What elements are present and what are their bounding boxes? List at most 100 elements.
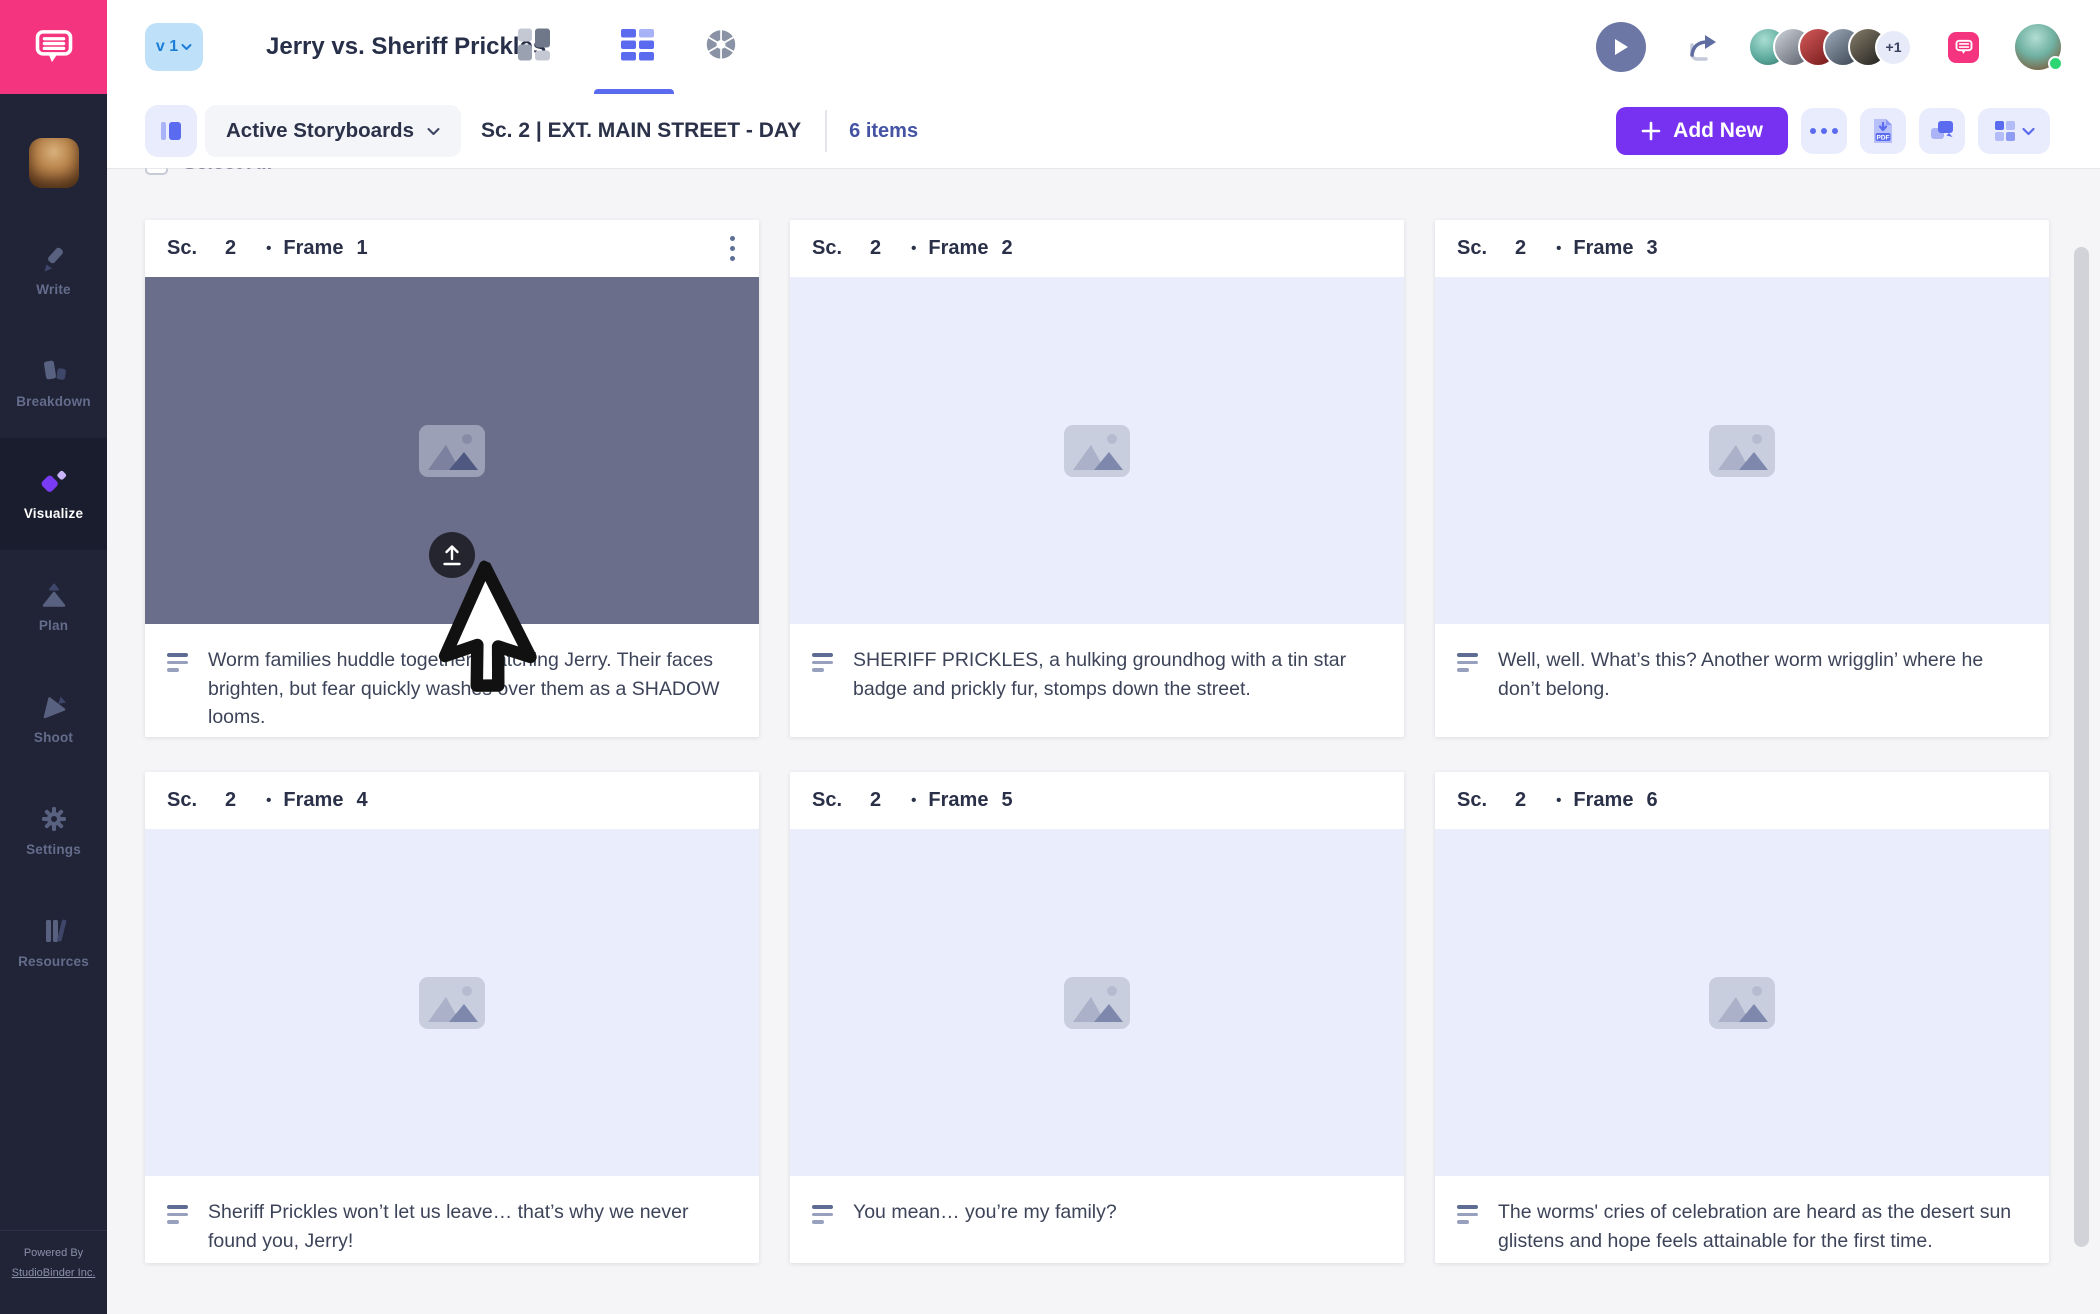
sidebar-item-breakdown[interactable]: Breakdown <box>0 326 107 438</box>
grid-small-icon <box>1994 120 2016 142</box>
scene-prefix: Sc. <box>167 789 197 812</box>
text-lines-icon <box>167 653 188 672</box>
studiobinder-chat-button[interactable] <box>1948 32 1979 63</box>
scene-number: 2 <box>225 789 236 812</box>
sidebar-item-label: Visualize <box>24 506 83 521</box>
export-pdf-button[interactable]: PDF <box>1860 108 1906 154</box>
frame-image-placeholder[interactable] <box>790 829 1404 1176</box>
frame-card-header: Sc. 2 • Frame 5 <box>790 772 1404 829</box>
frame-description-block[interactable]: Well, well. What’s this? Another worm wr… <box>1435 624 2049 737</box>
sidebar-item-visualize[interactable]: Visualize <box>0 438 107 550</box>
frame-image-placeholder[interactable] <box>145 277 759 624</box>
frame-description-block[interactable]: SHERIFF PRICKLES, a hulking groundhog wi… <box>790 624 1404 737</box>
frames-grid: Sc. 2 • Frame 1 <box>145 220 2049 1263</box>
project-thumbnail[interactable] <box>29 138 79 188</box>
play-button[interactable] <box>1596 22 1646 72</box>
sidebar-item-plan[interactable]: Plan <box>0 550 107 662</box>
sidebar-item-label: Resources <box>18 954 89 969</box>
sidebar-item-label: Write <box>36 282 71 297</box>
breakdown-icon <box>39 356 69 386</box>
frame-card-2[interactable]: Sc. 2 • Frame 2 <box>790 220 1404 737</box>
collaborator-avatars[interactable]: +1 <box>1748 27 1912 67</box>
page-title: Jerry vs. Sheriff Prickles <box>266 33 546 61</box>
frame-image-placeholder[interactable] <box>1435 277 2049 624</box>
panel-toggle-button[interactable] <box>145 105 197 157</box>
vertical-scrollbar[interactable] <box>2074 247 2089 1247</box>
chevron-down-icon <box>2022 127 2035 136</box>
chat-bubbles-icon <box>1929 119 1955 143</box>
frame-number: 1 <box>356 237 367 260</box>
user-avatar[interactable] <box>2015 24 2061 70</box>
version-dropdown[interactable]: v 1 <box>145 23 203 71</box>
layout-options-button[interactable] <box>1978 108 2050 154</box>
toolbar-divider <box>825 110 827 152</box>
bullet-separator: • <box>1556 240 1561 257</box>
frame-image-placeholder[interactable] <box>145 829 759 1176</box>
frame-description-block[interactable]: You mean… you’re my family? <box>790 1176 1404 1263</box>
company-link[interactable]: StudioBinder Inc. <box>2 1264 105 1284</box>
image-placeholder-icon <box>1709 425 1775 477</box>
version-label: v 1 <box>156 38 178 56</box>
gear-icon <box>39 804 69 834</box>
frame-description-block[interactable]: Worm families huddle together, watching … <box>145 624 759 737</box>
tab-grid-view-active[interactable] <box>620 28 654 66</box>
more-options-button[interactable] <box>1801 108 1847 154</box>
active-tab-indicator <box>594 89 674 94</box>
sidebar-item-resources[interactable]: Resources <box>0 886 107 998</box>
frame-description: Sheriff Prickles won’t let us leave… tha… <box>208 1198 733 1255</box>
frame-menu-button[interactable] <box>728 232 737 265</box>
scene-prefix: Sc. <box>812 237 842 260</box>
frame-description-block[interactable]: The worms' cries of celebration are hear… <box>1435 1176 2049 1263</box>
frame-card-3[interactable]: Sc. 2 • Frame 3 <box>1435 220 2049 737</box>
text-lines-icon <box>812 1205 833 1224</box>
app-window: Write Breakdown Visualize <box>0 0 2100 1314</box>
sidebar-item-label: Breakdown <box>16 394 91 409</box>
studiobinder-logo[interactable] <box>0 0 107 94</box>
bullet-separator: • <box>266 240 271 257</box>
aperture-icon <box>705 29 737 61</box>
svg-text:PDF: PDF <box>1877 134 1890 141</box>
frame-image-placeholder[interactable] <box>790 277 1404 624</box>
scene-number: 2 <box>1515 789 1526 812</box>
frame-number: 3 <box>1646 237 1657 260</box>
frame-prefix: Frame <box>283 789 343 812</box>
speech-bubble-icon <box>1954 37 1974 57</box>
add-new-button[interactable]: Add New <box>1616 107 1788 155</box>
frame-image-placeholder[interactable] <box>1435 829 2049 1176</box>
header-right-cluster: +1 <box>1596 22 2061 72</box>
more-collaborators-badge[interactable]: +1 <box>1875 29 1912 66</box>
sidebar-layout-icon <box>159 120 183 142</box>
frame-card-1[interactable]: Sc. 2 • Frame 1 <box>145 220 759 737</box>
image-placeholder-icon <box>1709 977 1775 1029</box>
text-lines-icon <box>1457 1205 1478 1224</box>
sidebar-item-shoot[interactable]: Shoot <box>0 662 107 774</box>
sidebar-item-label: Settings <box>26 842 81 857</box>
frame-description: Well, well. What’s this? Another worm wr… <box>1498 646 2023 703</box>
frame-prefix: Frame <box>283 237 343 260</box>
frame-card-6[interactable]: Sc. 2 • Frame 6 <box>1435 772 2049 1263</box>
storyboards-dropdown[interactable]: Active Storyboards <box>205 105 461 157</box>
bullet-separator: • <box>911 792 916 809</box>
frame-card-4[interactable]: Sc. 2 • Frame 4 <box>145 772 759 1263</box>
powered-by-text: Powered By <box>2 1244 105 1264</box>
frame-card-header: Sc. 2 • Frame 3 <box>1435 220 2049 277</box>
sidebar-item-settings[interactable]: Settings <box>0 774 107 886</box>
image-placeholder-icon <box>1064 425 1130 477</box>
frame-prefix: Frame <box>1573 789 1633 812</box>
diamonds-icon <box>38 468 70 498</box>
sidebar-item-write[interactable]: Write <box>0 214 107 326</box>
sidebar-footer: Powered By StudioBinder Inc. <box>0 1230 107 1314</box>
upload-image-button[interactable] <box>429 532 475 578</box>
tab-mosaic-view[interactable] <box>517 28 551 67</box>
frame-number: 2 <box>1001 237 1012 260</box>
tab-shotlist-view[interactable] <box>705 29 737 66</box>
frame-prefix: Frame <box>1573 237 1633 260</box>
frame-number: 6 <box>1646 789 1657 812</box>
chevron-down-icon <box>181 43 192 51</box>
frame-description-block[interactable]: Sheriff Prickles won’t let us leave… tha… <box>145 1176 759 1263</box>
frame-card-5[interactable]: Sc. 2 • Frame 5 <box>790 772 1404 1263</box>
share-button[interactable] <box>1686 32 1718 62</box>
bullet-separator: • <box>911 240 916 257</box>
ellipsis-icon <box>1810 128 1838 134</box>
comments-button[interactable] <box>1919 108 1965 154</box>
